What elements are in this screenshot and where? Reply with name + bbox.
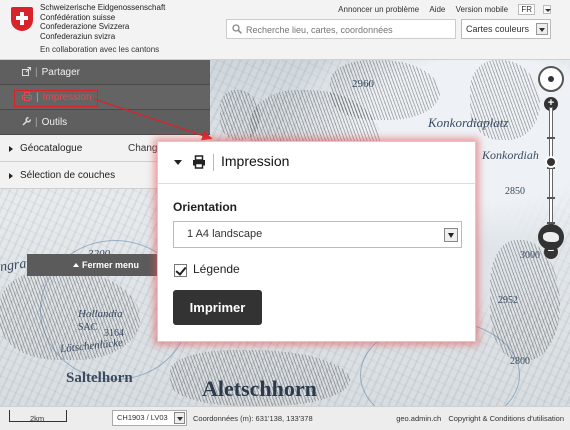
menu-item-label: Partager bbox=[41, 67, 80, 78]
wrench-icon bbox=[22, 117, 31, 126]
basemap-value: Cartes couleurs bbox=[466, 24, 530, 34]
chevron-down-icon[interactable] bbox=[174, 412, 185, 424]
help-link[interactable]: Aide bbox=[429, 5, 445, 14]
menu-item-label: Outils bbox=[41, 117, 68, 128]
orientation-select[interactable]: 1 A4 landscape bbox=[173, 221, 462, 248]
map-label: Hollandia bbox=[78, 308, 123, 320]
close-menu-label: Fermer menu bbox=[81, 260, 140, 270]
zoom-tick bbox=[547, 197, 555, 199]
header-separator bbox=[213, 154, 214, 171]
map-label: 2952 bbox=[498, 295, 518, 306]
annotation-arrow bbox=[93, 98, 213, 141]
orientation-value: 1 A4 landscape bbox=[187, 228, 263, 240]
copyright-link[interactable]: Copyright & Conditions d'utilisation bbox=[448, 414, 564, 423]
search-icon bbox=[232, 24, 242, 34]
menu-item-label: Sélection de couches bbox=[20, 170, 116, 181]
top-header: Schweizerische Eidgenossenschaft Confédé… bbox=[0, 0, 570, 60]
organization-names: Schweizerische Eidgenossenschaft Confédé… bbox=[40, 3, 165, 41]
map-rock-area bbox=[330, 60, 440, 120]
caret-right-icon bbox=[9, 173, 13, 179]
zoom-handle[interactable] bbox=[545, 156, 557, 168]
coordinates-readout: Coordonnées (m): 631'138, 133'378 bbox=[193, 414, 313, 423]
map-label: Saltelhorn bbox=[66, 370, 133, 386]
orientation-label: Orientation bbox=[173, 200, 238, 214]
swiss-flag-logo[interactable] bbox=[11, 7, 33, 31]
scale-label: 2km bbox=[30, 414, 45, 423]
print-button[interactable]: Imprimer bbox=[173, 290, 262, 325]
basemap-select[interactable]: Cartes couleurs bbox=[461, 19, 551, 39]
dialog-title: Impression bbox=[221, 153, 290, 169]
top-links: Annoncer un problème Aide Version mobile… bbox=[330, 4, 551, 15]
map-label: 2800 bbox=[510, 356, 530, 367]
projection-select[interactable]: CH1903 / LV03 bbox=[112, 410, 187, 426]
org-name-line: Confederaziun svizra bbox=[40, 31, 116, 41]
map-label: 2960 bbox=[352, 78, 374, 90]
menu-item-share[interactable]: | Partager bbox=[0, 60, 210, 85]
menu-item-label: Impression bbox=[42, 92, 92, 103]
share-icon bbox=[22, 67, 31, 76]
chevron-down-icon[interactable] bbox=[543, 5, 551, 15]
chevron-down-icon[interactable] bbox=[444, 228, 458, 242]
legend-checkbox[interactable] bbox=[174, 264, 187, 277]
compass-icon[interactable] bbox=[538, 66, 564, 92]
mobile-version-link[interactable]: Version mobile bbox=[456, 5, 508, 14]
search-box[interactable] bbox=[226, 19, 456, 39]
zoom-tick bbox=[547, 137, 555, 139]
collaboration-text: En collaboration avec les cantons bbox=[40, 45, 160, 54]
language-select[interactable]: FR bbox=[518, 4, 535, 15]
caret-up-icon bbox=[72, 263, 79, 267]
print-dialog: Impression Orientation 1 A4 landscape Lé… bbox=[157, 141, 476, 342]
map-label: Aletschhorn bbox=[202, 376, 317, 401]
collapse-caret-icon[interactable] bbox=[174, 160, 182, 165]
projection-value: CH1903 / LV03 bbox=[117, 413, 168, 422]
printer-icon bbox=[193, 155, 205, 169]
map-label: Konkordiah bbox=[482, 148, 539, 162]
org-name-line: Schweizerische Eidgenossenschaft bbox=[40, 3, 166, 12]
org-name-line: Confederazione Svizzera bbox=[40, 22, 130, 32]
full-extent-switzerland-icon[interactable] bbox=[538, 224, 564, 250]
map-rock-area bbox=[220, 90, 260, 140]
search-input[interactable] bbox=[246, 22, 451, 37]
map-label: 3000 bbox=[520, 250, 540, 261]
printer-icon bbox=[22, 92, 32, 101]
menu-item-label: Géocatalogue bbox=[20, 143, 83, 154]
footer-bar: 2km CH1903 / LV03 Coordonnées (m): 631'1… bbox=[0, 406, 570, 430]
map-label: SAC bbox=[78, 322, 98, 333]
org-name-line: Confédération suisse bbox=[40, 12, 116, 22]
map-label: Konkordiaplatz bbox=[428, 115, 509, 130]
caret-right-icon bbox=[9, 146, 13, 152]
site-link[interactable]: geo.admin.ch bbox=[396, 414, 441, 423]
footer-links: geo.admin.ch Copyright & Conditions d'ut… bbox=[391, 414, 564, 423]
print-dialog-header[interactable]: Impression bbox=[158, 142, 475, 184]
legend-label[interactable]: Légende bbox=[193, 262, 240, 276]
report-problem-link[interactable]: Annoncer un problème bbox=[338, 5, 419, 14]
chevron-down-icon[interactable] bbox=[536, 23, 548, 35]
map-label: 2850 bbox=[505, 186, 525, 197]
